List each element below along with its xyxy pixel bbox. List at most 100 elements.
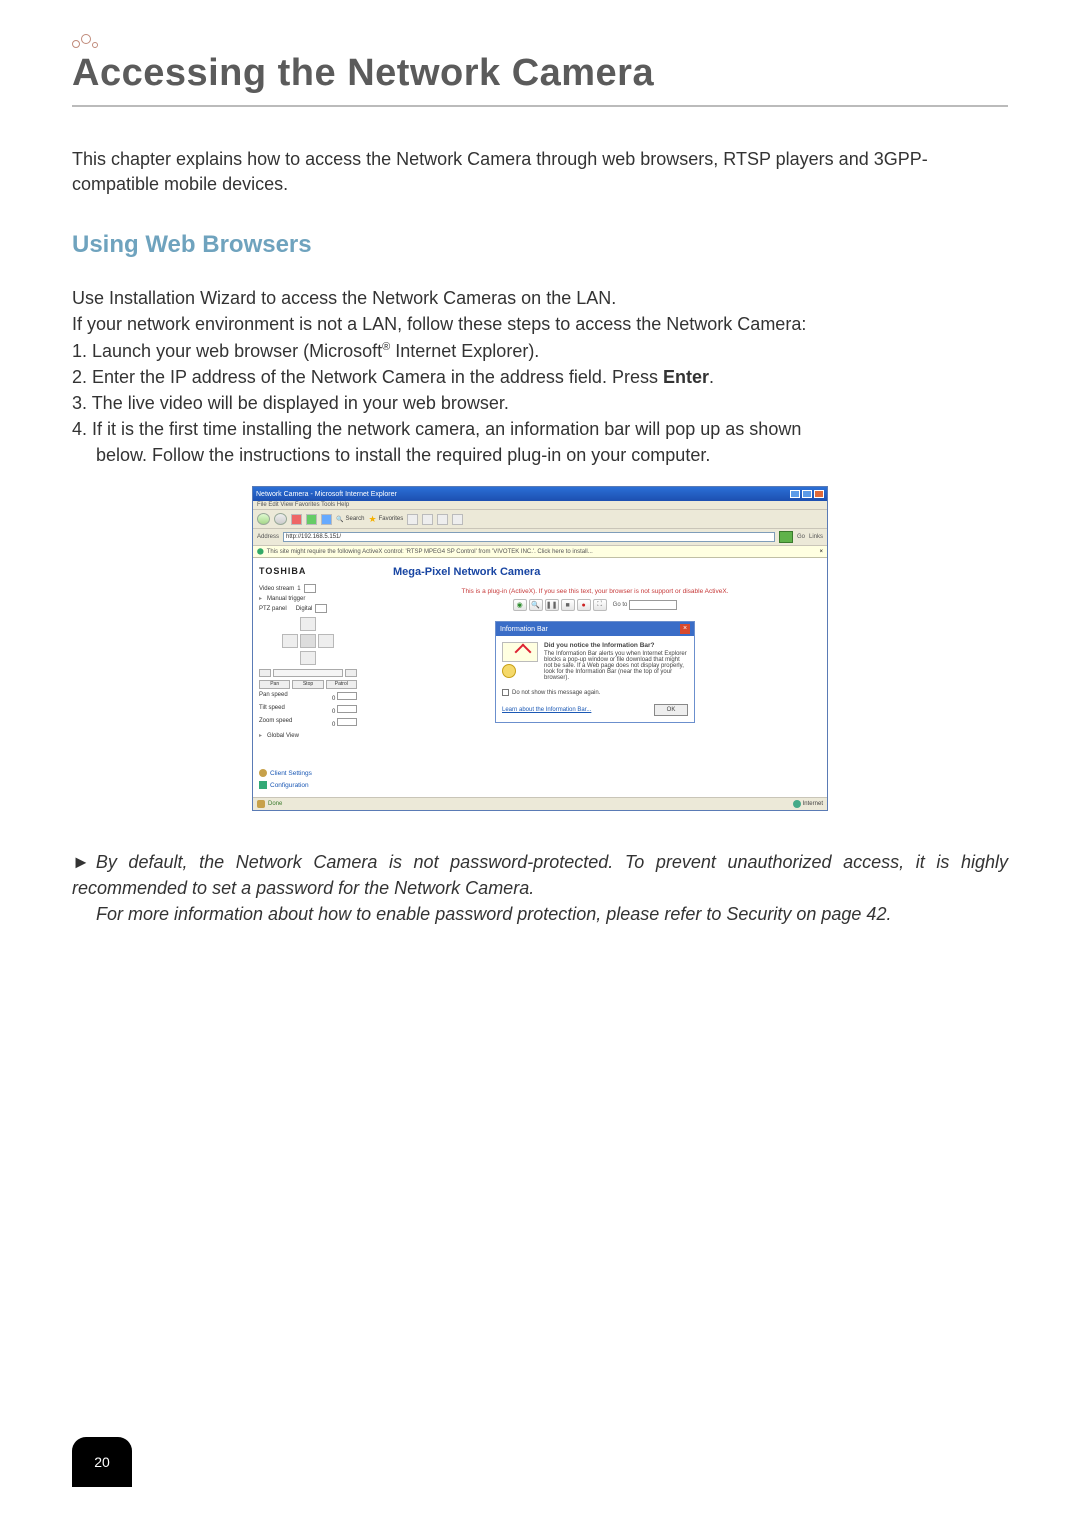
instr-line: Use Installation Wizard to access the Ne… bbox=[72, 285, 1008, 311]
ptz-up-button[interactable] bbox=[300, 617, 316, 631]
dialog-heading: Did you notice the Information Bar? bbox=[544, 642, 688, 649]
dont-show-checkbox[interactable] bbox=[502, 689, 509, 696]
ptz-mode-value: Digital bbox=[296, 606, 313, 612]
history-icon[interactable] bbox=[407, 514, 418, 525]
manual-trigger-label: Manual trigger bbox=[267, 596, 305, 602]
minimize-icon[interactable] bbox=[790, 490, 800, 498]
text: Internet Explorer). bbox=[390, 341, 539, 361]
viewer-toolbar: ◉ 🔍 ❚❚ ■ ● ⛶ Go to bbox=[373, 599, 817, 611]
stop-button[interactable]: Stop bbox=[292, 680, 323, 689]
dont-show-label: Do not show this message again. bbox=[512, 690, 600, 696]
infobar-close-icon[interactable]: × bbox=[819, 549, 823, 555]
decorative-bubbles-icon bbox=[72, 34, 102, 50]
text: . bbox=[709, 367, 714, 387]
embedded-browser-screenshot: Network Camera - Microsoft Internet Expl… bbox=[252, 486, 828, 811]
stop-icon[interactable] bbox=[291, 514, 302, 525]
wrench-icon bbox=[259, 781, 267, 789]
brand-logo: TOSHIBA bbox=[259, 566, 357, 576]
ptz-right-button[interactable] bbox=[318, 634, 334, 648]
instr-line: If your network environment is not a LAN… bbox=[72, 311, 1008, 337]
video-stream-value: 1 bbox=[297, 586, 300, 592]
zoom-icon[interactable]: 🔍 bbox=[529, 599, 543, 611]
text: Configuration bbox=[270, 782, 309, 789]
infobar-text: This site might require the following Ac… bbox=[267, 549, 593, 555]
dialog-close-icon[interactable]: × bbox=[680, 624, 690, 634]
forward-button[interactable] bbox=[274, 513, 287, 525]
home-icon[interactable] bbox=[321, 514, 332, 525]
client-settings-link[interactable]: Client Settings bbox=[259, 769, 357, 777]
ok-button[interactable]: OK bbox=[654, 704, 688, 716]
snapshot-icon[interactable]: ◉ bbox=[513, 599, 527, 611]
expand-icon[interactable]: ▸ bbox=[259, 732, 264, 739]
zoom-slider[interactable] bbox=[273, 669, 343, 677]
ptz-left-button[interactable] bbox=[282, 634, 298, 648]
infobar-illustration bbox=[502, 642, 538, 662]
expand-icon[interactable]: ▸ bbox=[259, 595, 264, 602]
links-label[interactable]: Links bbox=[809, 534, 823, 540]
url-input[interactable]: http://192.168.5.151/ bbox=[283, 532, 775, 542]
page-title: Accessing the Network Camera bbox=[72, 52, 1008, 95]
text: Client Settings bbox=[270, 770, 312, 777]
goto-select[interactable] bbox=[629, 600, 677, 610]
page-number: 20 bbox=[94, 1454, 110, 1470]
text: Search bbox=[345, 516, 364, 522]
status-bar: Done Internet bbox=[253, 797, 827, 810]
window-title: Network Camera - Microsoft Internet Expl… bbox=[256, 491, 397, 498]
tilt-speed-label: Tilt speed bbox=[259, 705, 285, 715]
tilt-speed-select[interactable] bbox=[337, 705, 357, 713]
information-bar-dialog: Information Bar × Did you notice the Inf… bbox=[495, 621, 695, 723]
record-icon[interactable]: ● bbox=[577, 599, 591, 611]
address-label: Address bbox=[257, 534, 279, 540]
fullscreen-icon[interactable]: ⛶ bbox=[593, 599, 607, 611]
text: 2. Enter the IP address of the Network C… bbox=[72, 367, 663, 387]
intro-paragraph: This chapter explains how to access the … bbox=[72, 147, 1008, 197]
pan-speed-select[interactable] bbox=[337, 692, 357, 700]
search-button[interactable]: 🔍 Search bbox=[336, 516, 365, 523]
zoom-in-button[interactable] bbox=[345, 669, 357, 677]
step-4: 4. If it is the first time installing th… bbox=[72, 416, 1008, 442]
ptz-down-button[interactable] bbox=[300, 651, 316, 665]
learn-more-link[interactable]: Learn about the Information Bar... bbox=[502, 707, 591, 713]
text-bold: Enter bbox=[663, 367, 709, 387]
gear-icon bbox=[259, 769, 267, 777]
window-controls bbox=[790, 490, 824, 498]
ptz-home-button[interactable] bbox=[300, 634, 316, 648]
section-title: Using Web Browsers bbox=[72, 231, 1008, 259]
configuration-link[interactable]: Configuration bbox=[259, 781, 357, 789]
refresh-icon[interactable] bbox=[306, 514, 317, 525]
pan-speed-label: Pan speed bbox=[259, 692, 288, 702]
step-1: 1. Launch your web browser (Microsoft® I… bbox=[72, 338, 1008, 364]
page-number-tab: 20 bbox=[72, 1437, 132, 1487]
back-button[interactable] bbox=[257, 513, 270, 525]
goto-label: Go to bbox=[613, 602, 628, 608]
favorites-button[interactable]: ★Favorites bbox=[369, 514, 404, 525]
menu-bar[interactable]: File Edit View Favorites Tools Help bbox=[253, 501, 827, 510]
close-icon[interactable] bbox=[814, 490, 824, 498]
ptz-panel-label: PTZ panel bbox=[259, 606, 287, 612]
ptz-mode-select[interactable] bbox=[315, 604, 327, 613]
pan-button[interactable]: Pan bbox=[259, 680, 290, 689]
toolbar: 🔍 Search ★Favorites bbox=[253, 510, 827, 529]
patrol-button[interactable]: Patrol bbox=[326, 680, 357, 689]
zoom-speed-value: 0 bbox=[332, 722, 335, 728]
zoom-out-button[interactable] bbox=[259, 669, 271, 677]
pause-icon[interactable]: ❚❚ bbox=[545, 599, 559, 611]
information-bar[interactable]: ⬤ This site might require the following … bbox=[253, 546, 827, 558]
text: 1. Launch your web browser (Microsoft bbox=[72, 341, 382, 361]
video-stream-select[interactable] bbox=[304, 584, 316, 593]
step-2: 2. Enter the IP address of the Network C… bbox=[72, 364, 1008, 390]
status-text: Done bbox=[268, 801, 282, 807]
print-icon[interactable] bbox=[437, 514, 448, 525]
note-arrow-icon: ► bbox=[72, 852, 96, 872]
edit-icon[interactable] bbox=[452, 514, 463, 525]
window-titlebar: Network Camera - Microsoft Internet Expl… bbox=[253, 487, 827, 501]
go-button[interactable] bbox=[779, 531, 793, 543]
stop-icon[interactable]: ■ bbox=[561, 599, 575, 611]
zoom-speed-label: Zoom speed bbox=[259, 718, 292, 728]
viewer-panel: Mega-Pixel Network Camera This is a plug… bbox=[363, 558, 827, 797]
maximize-icon[interactable] bbox=[802, 490, 812, 498]
mail-icon[interactable] bbox=[422, 514, 433, 525]
zoom-speed-select[interactable] bbox=[337, 718, 357, 726]
address-bar: Address http://192.168.5.151/ Go Links bbox=[253, 529, 827, 546]
pan-speed-value: 0 bbox=[332, 696, 335, 702]
